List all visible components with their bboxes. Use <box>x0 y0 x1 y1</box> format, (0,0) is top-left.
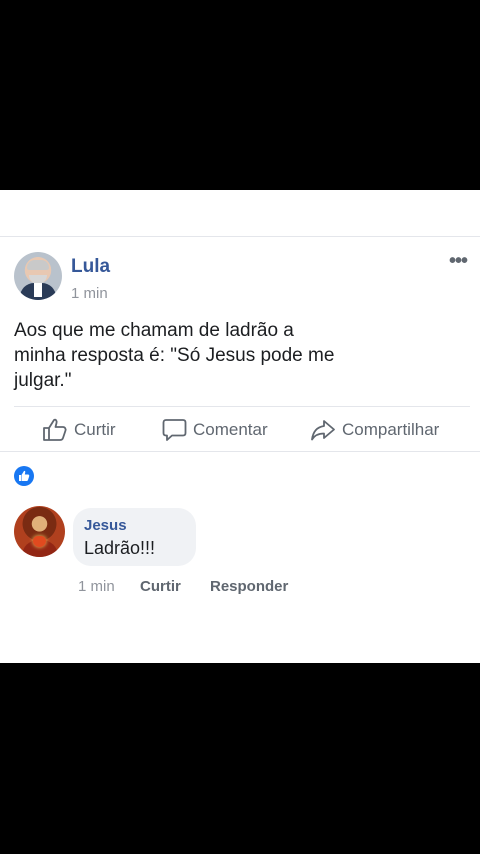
post-card: Lula 1 min ••• Aos que me chamam de ladr… <box>0 190 480 663</box>
comment-author[interactable]: Jesus <box>84 517 127 534</box>
post-actions: Curtir Comentar Compartilhar <box>0 412 480 452</box>
comment-reply-button[interactable]: Responder <box>210 578 288 595</box>
top-strip <box>0 190 480 237</box>
post-time[interactable]: 1 min <box>71 285 108 302</box>
like-icon <box>43 418 67 441</box>
comment-label: Comentar <box>193 420 268 439</box>
comment-time[interactable]: 1 min <box>78 578 115 595</box>
divider <box>14 406 470 407</box>
more-icon[interactable]: ••• <box>449 251 468 271</box>
like-button[interactable]: Curtir <box>42 416 116 444</box>
share-button[interactable]: Compartilhar <box>310 416 439 444</box>
author-avatar[interactable] <box>14 252 62 300</box>
like-reaction-icon[interactable] <box>14 466 34 486</box>
post-text: Aos que me chamam de ladrão a minha resp… <box>14 320 335 391</box>
commenter-avatar[interactable] <box>14 506 65 557</box>
like-label: Curtir <box>74 420 116 439</box>
post-author[interactable]: Lula <box>71 256 110 278</box>
share-label: Compartilhar <box>342 420 440 439</box>
thumb-icon <box>19 470 30 481</box>
share-icon <box>311 420 335 441</box>
comment-icon <box>162 419 187 441</box>
divider <box>0 451 480 452</box>
comment-text: Ladrão!!! <box>84 538 156 558</box>
comment-like-button[interactable]: Curtir <box>140 578 181 595</box>
avatar-shirt <box>34 283 42 297</box>
avatar-hair <box>27 260 49 270</box>
comment-bubble: Jesus Ladrão!!! <box>73 508 196 566</box>
comment-button[interactable]: Comentar <box>162 416 268 444</box>
